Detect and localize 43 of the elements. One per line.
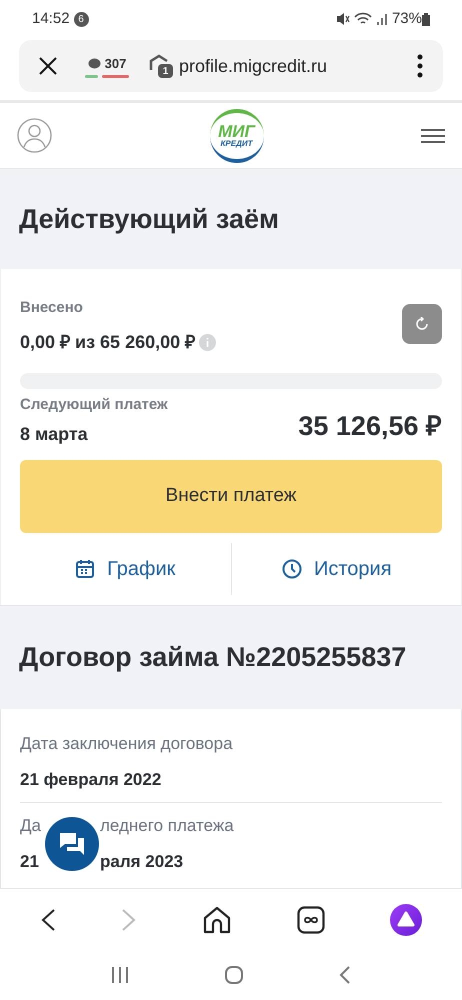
- home-icon[interactable]: [202, 905, 232, 935]
- loan-link[interactable]: История: [282, 554, 392, 584]
- assistant-icon[interactable]: [390, 904, 422, 936]
- section-title: Действующий заём: [19, 202, 279, 236]
- menu-icon[interactable]: [421, 128, 445, 142]
- more-icon[interactable]: [417, 54, 423, 78]
- paid-label: Внесено: [20, 298, 84, 318]
- url-text[interactable]: profile.migcredit.ru: [179, 52, 328, 80]
- next-payment-amount: 35 126,56 ₽: [298, 410, 442, 442]
- chat-icon: [59, 832, 85, 856]
- field-label: Дата заключения договора: [20, 733, 234, 755]
- field-value: 21: [20, 852, 39, 870]
- signal-icon: [376, 13, 388, 25]
- loan-link[interactable]: График: [75, 554, 176, 584]
- profile-icon[interactable]: [17, 118, 52, 153]
- field-label: Да: [20, 816, 41, 835]
- mute-icon: [336, 12, 350, 26]
- wifi-icon: [354, 12, 372, 26]
- battery-icon: [422, 12, 430, 26]
- battery-level: 73%: [392, 8, 422, 29]
- home-button-icon[interactable]: [224, 965, 244, 985]
- close-icon[interactable]: [39, 57, 57, 75]
- next-payment-label: Следующий платеж: [20, 394, 169, 414]
- field-label: леднего платежа: [100, 816, 234, 835]
- calendar-icon: [75, 559, 96, 579]
- clock-icon: [282, 559, 302, 579]
- clock-time: 14:52: [32, 8, 70, 29]
- next-payment-date: 8 марта: [20, 423, 89, 446]
- recent-apps-icon[interactable]: [111, 966, 130, 984]
- tabs-icon[interactable]: [296, 906, 325, 934]
- refresh-icon: [415, 317, 429, 331]
- notification-badge: 6: [74, 12, 89, 26]
- comment-icon: [88, 58, 101, 70]
- refresh-button[interactable]: [402, 304, 442, 344]
- back-icon[interactable]: [40, 908, 56, 932]
- section-title: Договор займа №2205255837: [19, 641, 406, 674]
- pay-button[interactable]: Внести платеж: [20, 460, 442, 533]
- comments-counter[interactable]: 307: [85, 54, 129, 78]
- field-value: 21 февраля 2022: [20, 768, 162, 790]
- field-value: раля 2023: [100, 852, 184, 870]
- site-security-badge[interactable]: 1: [149, 54, 171, 78]
- paid-amount: 0,00 ₽ из 65 260,00 ₽: [20, 330, 196, 354]
- logo[interactable]: МИГ КРЕДИТ: [210, 108, 264, 162]
